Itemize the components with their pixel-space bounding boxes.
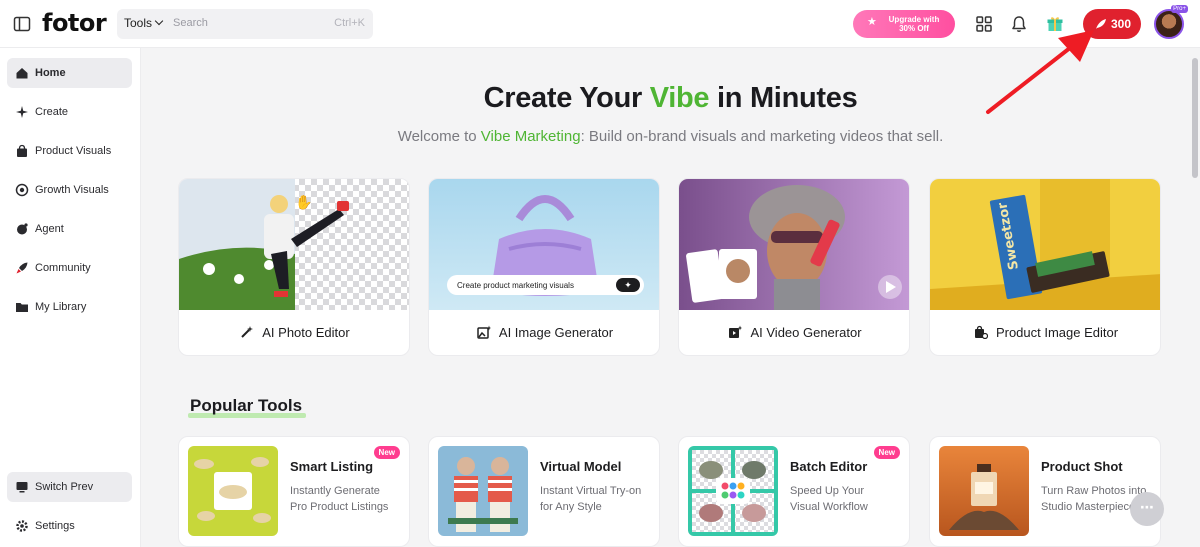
tool-card-title: Virtual Model	[540, 459, 622, 474]
tool-card-desc: Speed Up Your Visual Workflow	[790, 485, 868, 513]
sidebar-item-my-library[interactable]: My Library	[7, 292, 132, 322]
switch-prev-label: Switch Prev	[35, 481, 94, 493]
gift-icon: ★	[867, 16, 877, 28]
new-badge: New	[873, 446, 900, 459]
tool-card-desc: Instant Virtual Try-on for Any Style	[540, 485, 642, 513]
sidebar-item-label: Community	[35, 262, 91, 274]
batch-editor-image	[688, 446, 778, 536]
tool-card-title: Batch Editor	[790, 459, 868, 474]
gear-icon	[16, 520, 28, 532]
feather-icon	[1096, 19, 1106, 29]
product-shot-image	[939, 446, 1029, 536]
switch-prev-button[interactable]: Switch Prev	[7, 472, 132, 502]
sidebar-item-label: Home	[35, 67, 66, 79]
fotor-logo[interactable]: fotor	[42, 9, 107, 37]
credits-button[interactable]: 300	[1083, 9, 1141, 39]
virtual-model-image	[438, 446, 528, 536]
feature-card-label: AI Photo Editor	[179, 325, 409, 340]
sidebar-item-home[interactable]: Home	[7, 58, 132, 88]
sidebar-item-growth-visuals[interactable]: Growth Visuals	[7, 175, 132, 205]
page-title: Create Your Vibe in Minutes	[483, 82, 858, 114]
tool-card-virtual-model[interactable]: Virtual Model Instant Virtual Try-on for…	[428, 436, 660, 547]
sidebar-item-product-visuals[interactable]: Product Visuals	[7, 136, 132, 166]
tool-card-batch-editor[interactable]: Batch Editor Speed Up Your Visual Workfl…	[678, 436, 910, 547]
feature-card-ai-photo-editor[interactable]: ✋ AI Photo Editor	[178, 178, 410, 356]
gift-box-icon[interactable]	[1045, 14, 1065, 34]
sidebar-item-label: Settings	[35, 520, 75, 532]
sidebar-item-label: Agent	[35, 223, 64, 235]
product-edit-icon	[974, 325, 988, 339]
tools-dropdown[interactable]: Tools	[124, 16, 164, 30]
prompt-text: Create product marketing visuals	[457, 281, 574, 290]
search-input[interactable]: Search	[173, 17, 208, 29]
monitor-icon	[16, 482, 28, 493]
feature-card-label: AI Image Generator	[429, 325, 659, 340]
pro-badge: Pro+	[1171, 5, 1188, 13]
subtitle-highlight: Vibe Marketing	[480, 128, 581, 145]
search-shortcut-hint: Ctrl+K	[334, 17, 365, 29]
sidebar-item-label: Create	[35, 106, 69, 118]
target-icon	[15, 183, 29, 197]
smart-listing-image	[188, 446, 278, 536]
sidebar-item-community[interactable]: Community	[7, 253, 132, 283]
product-image-editor-image: Sweetzor	[930, 179, 1160, 310]
scrollbar[interactable]	[1189, 48, 1200, 547]
feature-card-ai-image-generator[interactable]: Create product marketing visuals ✦ AI Im…	[428, 178, 660, 356]
feature-card-label: AI Video Generator	[679, 325, 909, 340]
sidebar-item-label: My Library	[35, 301, 87, 313]
feature-card-product-image-editor[interactable]: Sweetzor Product Image Editor	[929, 178, 1161, 356]
chevron-down-icon	[154, 16, 164, 26]
sidebar: Home Create Product Visuals Growth Visua…	[0, 48, 141, 547]
upgrade-button[interactable]: ★ Upgrade with 30% Off	[853, 10, 955, 38]
feature-card-ai-video-generator[interactable]: AI Video Generator	[678, 178, 910, 356]
shopping-bag-icon	[17, 144, 27, 157]
image-sparkle-icon	[477, 325, 491, 339]
tool-card-product-shot[interactable]: Product Shot Turn Raw Photos into Studio…	[929, 436, 1161, 547]
apps-grid-icon[interactable]	[974, 14, 994, 34]
tools-dropdown-label: Tools	[124, 16, 153, 30]
ai-video-generator-image	[679, 179, 909, 310]
rocket-icon	[16, 262, 28, 274]
feature-card-label: Product Image Editor	[930, 325, 1160, 340]
scrollbar-thumb[interactable]	[1192, 58, 1198, 178]
upgrade-line-2: 30% Off	[899, 24, 929, 33]
top-bar: fotor Tools Search Ctrl+K ★ Upgrade with…	[0, 0, 1200, 48]
new-badge: New	[373, 446, 400, 459]
video-sparkle-icon	[729, 325, 743, 338]
upgrade-line-1: Upgrade with	[888, 15, 940, 24]
prompt-bar: Create product marketing visuals ✦	[447, 275, 644, 295]
magic-generate-icon: ✦	[616, 278, 640, 292]
magic-wand-icon	[241, 326, 254, 338]
more-options-icon[interactable]: ⋯	[1130, 492, 1164, 526]
sidebar-toggle-icon[interactable]	[12, 14, 32, 34]
sidebar-item-label: Product Visuals	[35, 145, 112, 157]
sidebar-item-agent[interactable]: Agent	[7, 214, 132, 244]
credits-count: 300	[1111, 17, 1132, 31]
title-highlight: Vibe	[649, 82, 710, 114]
tool-card-desc: Instantly Generate Pro Product Listings	[290, 485, 389, 513]
search-box[interactable]: Tools Search Ctrl+K	[117, 9, 373, 39]
ai-photo-editor-image: ✋	[179, 179, 409, 310]
folder-icon	[16, 303, 28, 312]
home-icon	[16, 68, 28, 79]
agent-icon	[17, 223, 28, 235]
tool-card-title: Product Shot	[1041, 459, 1123, 474]
tool-card-title: Smart Listing	[290, 459, 374, 474]
tool-card-smart-listing[interactable]: Smart Listing Instantly Generate Pro Pro…	[178, 436, 410, 547]
page-subtitle: Welcome to Vibe Marketing: Build on-bran…	[397, 128, 944, 145]
avatar[interactable]: Pro+	[1154, 5, 1188, 39]
bell-icon[interactable]	[1009, 14, 1029, 34]
sparkle-icon	[16, 106, 28, 118]
section-title-popular-tools: Popular Tools	[188, 396, 306, 418]
sidebar-item-label: Growth Visuals	[35, 184, 109, 196]
sidebar-item-create[interactable]: Create	[7, 97, 132, 127]
svg-text:✋: ✋	[295, 194, 312, 210]
sidebar-item-settings[interactable]: Settings	[7, 511, 132, 541]
